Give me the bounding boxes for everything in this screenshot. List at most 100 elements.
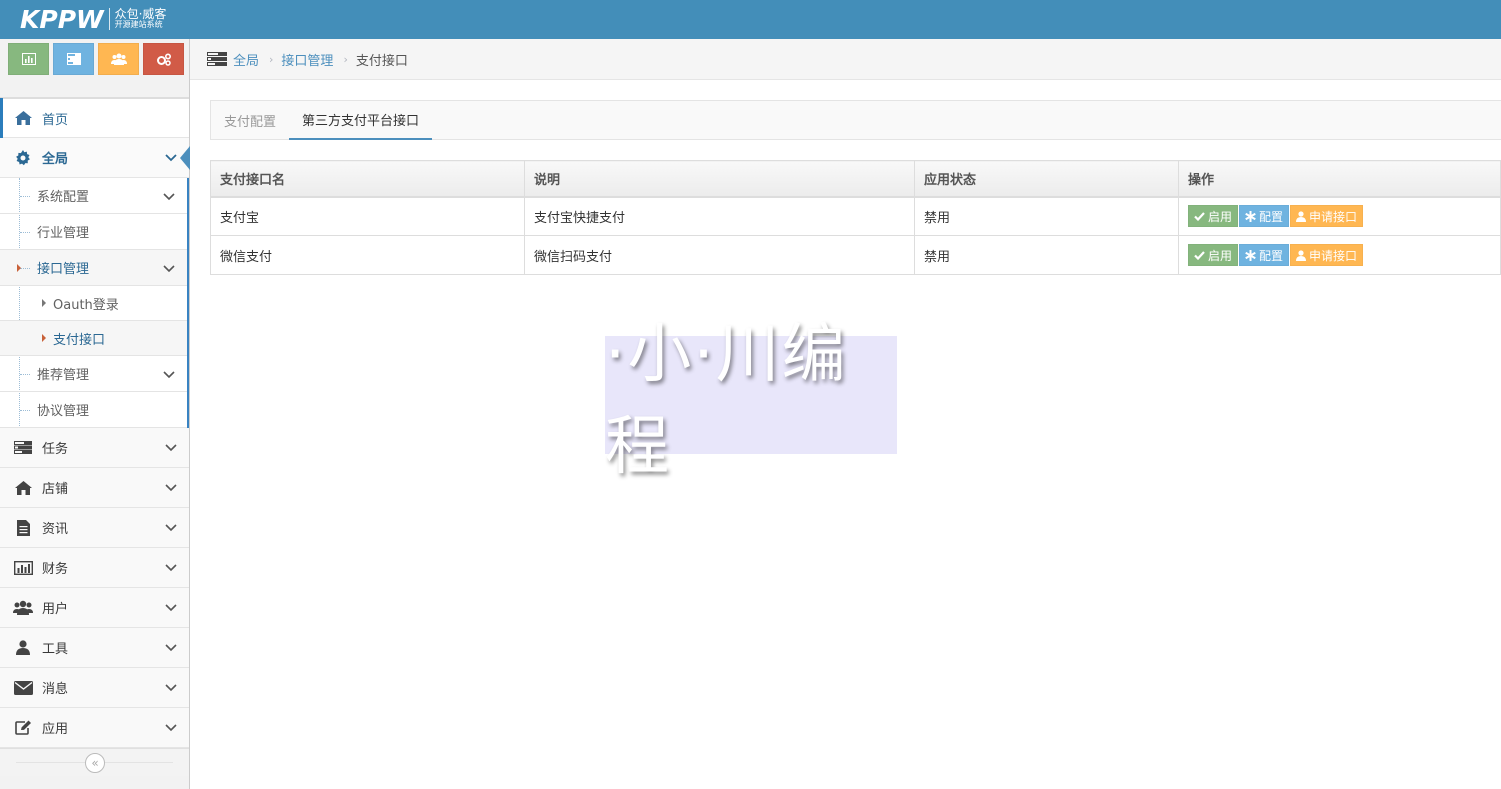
sidebar-item-label: 推荐管理 [37, 368, 90, 383]
sidebar-item-label: 任务 [42, 442, 69, 457]
logo-subtitle-line2: 开源建站系统 [114, 20, 163, 30]
breadcrumb-root-link[interactable]: 全局 [233, 50, 259, 69]
logo-subtitle: 众包·威客 开源建站系统 [114, 7, 167, 30]
tasks-icon [11, 441, 35, 454]
users-icon [11, 600, 35, 615]
table-row: 支付宝 支付宝快捷支付 禁用 启用 配置 申请接口 [210, 195, 1501, 236]
caret-right-icon [17, 264, 21, 272]
cell-name: 微信支付 [210, 235, 525, 275]
sidebar-item-label: Oauth登录 [53, 297, 119, 313]
asterisk-icon [1245, 210, 1256, 222]
sidebar-item-agreement[interactable]: 协议管理 [0, 392, 187, 428]
breadcrumb-parent-link[interactable]: 接口管理 [281, 50, 333, 69]
cell-ops: 启用 配置 申请接口 [1178, 235, 1501, 275]
sidebar-item-oauth[interactable]: Oauth登录 [0, 286, 187, 321]
chevron-down-icon [163, 368, 175, 383]
sidebar-item-finance[interactable]: 财务 [0, 548, 189, 588]
apply-interface-button-label: 申请接口 [1309, 209, 1358, 224]
tab-payment-config[interactable]: 支付配置 [211, 101, 289, 140]
sidebar-item-label: 应用 [42, 722, 69, 737]
file-text-icon [11, 519, 35, 536]
sidebar-item-label: 工具 [42, 642, 69, 657]
shortcut-users-button[interactable] [98, 43, 139, 75]
tab-third-party-payment[interactable]: 第三方支付平台接口 [289, 101, 433, 140]
sidebar-item-shop[interactable]: 店铺 [0, 468, 189, 508]
sidebar-item-payment[interactable]: 支付接口 [0, 321, 187, 356]
tab-bar: 支付配置 第三方支付平台接口 [210, 100, 1501, 140]
chevron-down-icon [165, 441, 177, 456]
shortcut-stats-button[interactable] [8, 43, 49, 75]
asterisk-icon [1245, 249, 1256, 261]
shortcut-tasks-button[interactable] [53, 43, 94, 75]
config-button[interactable]: 配置 [1239, 244, 1290, 266]
sidebar-item-task[interactable]: 任务 [0, 428, 189, 468]
edit-icon [11, 720, 35, 735]
sidebar-item-label: 行业管理 [37, 226, 90, 241]
column-header-ops: 操作 [1178, 160, 1501, 197]
sidebar-shortcuts [0, 39, 189, 98]
apply-interface-button-label: 申请接口 [1309, 248, 1358, 263]
table-row: 微信支付 微信扫码支付 禁用 启用 配置 申请接口 [210, 235, 1501, 275]
sidebar-item-label: 资讯 [42, 522, 69, 537]
sidebar-item-label: 财务 [42, 562, 69, 577]
watermark-text: ·小·川编程 [605, 318, 848, 484]
logo[interactable]: KPPW 众包·威客 开源建站系统 [20, 2, 166, 36]
breadcrumb: 全局 › 接口管理 › 支付接口 [190, 39, 1501, 80]
payment-interface-table: 支付接口名 说明 应用状态 操作 支付宝 支付宝快捷支付 禁用 启用 配置 申请… [210, 160, 1501, 275]
sidebar-item-recommend[interactable]: 推荐管理 [0, 356, 187, 392]
sidebar-item-label: 协议管理 [37, 404, 90, 419]
sidebar-item-label: 系统配置 [37, 190, 90, 205]
sidebar-item-global[interactable]: 全局 [0, 138, 190, 178]
sidebar-item-home[interactable]: 首页 [0, 98, 189, 138]
enable-button-label: 启用 [1208, 248, 1233, 263]
sidebar-collapse-bar: « [0, 748, 189, 776]
user-icon [1296, 211, 1307, 222]
cell-status: 禁用 [914, 195, 1179, 236]
chevron-down-icon [165, 601, 177, 616]
breadcrumb-current: 支付接口 [355, 53, 408, 69]
home-icon [11, 480, 35, 495]
config-button[interactable]: 配置 [1239, 205, 1290, 228]
caret-right-icon [42, 299, 46, 307]
sidebar-item-user[interactable]: 用户 [0, 588, 189, 628]
envelope-icon [11, 680, 35, 695]
sidebar-item-label: 用户 [42, 602, 69, 617]
sidebar-item-news[interactable]: 资讯 [0, 508, 189, 548]
apply-interface-button[interactable]: 申请接口 [1290, 205, 1364, 228]
sidebar-item-apps[interactable]: 应用 [0, 708, 189, 748]
cell-status: 禁用 [914, 235, 1179, 275]
shortcut-settings-button[interactable] [143, 43, 184, 75]
chevron-down-icon [165, 521, 177, 536]
sidebar: 首页 全局 系统配置 行业管理 接口管理 Oauth登录 支付接口 推荐管理 协… [0, 39, 190, 789]
sidebar-item-label: 接口管理 [37, 262, 90, 277]
enable-button[interactable]: 启用 [1188, 205, 1239, 228]
apply-interface-button[interactable]: 申请接口 [1290, 244, 1364, 266]
column-header-status: 应用状态 [914, 160, 1179, 197]
column-header-desc: 说明 [524, 160, 915, 197]
double-chevron-left-icon: « [91, 756, 99, 770]
sidebar-item-message[interactable]: 消息 [0, 668, 189, 708]
sidebar-item-industry[interactable]: 行业管理 [0, 214, 187, 250]
check-icon [1194, 212, 1205, 221]
sidebar-item-label: 全局 [42, 152, 69, 167]
sidebar-item-label: 消息 [42, 682, 69, 697]
users-icon [110, 53, 127, 65]
gear-icon [11, 149, 35, 166]
chevron-down-icon [163, 190, 175, 205]
chevron-down-icon [165, 481, 177, 496]
sidebar-item-system-config[interactable]: 系统配置 [0, 178, 187, 214]
tasks-icon [207, 52, 227, 66]
enable-button[interactable]: 启用 [1188, 244, 1239, 266]
top-navbar: KPPW 众包·威客 开源建站系统 [0, 0, 1501, 39]
sidebar-item-interface[interactable]: 接口管理 [0, 250, 187, 286]
chevron-down-icon [165, 721, 177, 736]
cell-desc: 支付宝快捷支付 [524, 195, 915, 236]
chevron-right-icon: › [269, 52, 274, 66]
user-icon [1296, 249, 1307, 261]
sidebar-collapse-button[interactable]: « [85, 753, 105, 773]
sidebar-item-tools[interactable]: 工具 [0, 628, 189, 668]
enable-button-label: 启用 [1208, 209, 1233, 224]
chevron-down-icon [165, 641, 177, 656]
user-icon [11, 640, 35, 655]
logo-divider [108, 8, 110, 30]
